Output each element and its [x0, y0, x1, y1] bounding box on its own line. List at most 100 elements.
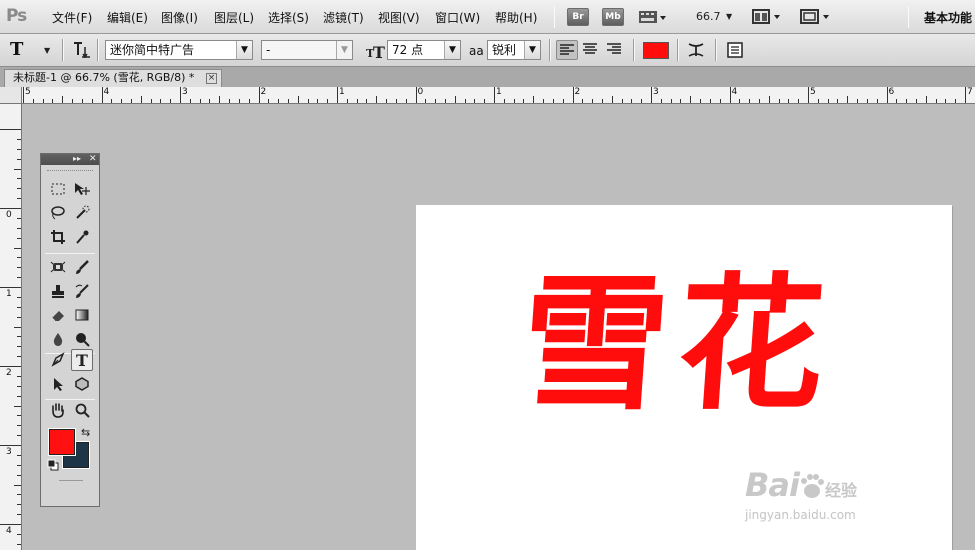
ruler-tick — [17, 227, 21, 229]
close-icon[interactable]: × — [206, 73, 217, 84]
hand-tool[interactable] — [47, 399, 69, 421]
ruler-tick — [17, 494, 21, 496]
panel-grip[interactable] — [47, 170, 93, 172]
quick-select-icon — [76, 205, 90, 219]
clone-stamp-tool[interactable] — [47, 280, 69, 302]
text-layer[interactable]: 雪花 — [516, 260, 840, 430]
hand-icon — [52, 403, 64, 418]
menu-view[interactable]: 视图(V) — [378, 9, 420, 26]
horizontal-ruler[interactable]: 5 4 3 2 1 0 1 2 3 4 5 6 7 — [22, 87, 975, 104]
align-center-button[interactable] — [580, 40, 602, 60]
paw-icon — [800, 474, 824, 498]
ruler-tick — [101, 87, 103, 103]
close-icon[interactable]: ✕ — [89, 154, 97, 164]
shape-tool[interactable] — [71, 373, 93, 395]
menu-filter[interactable]: 滤镜(T) — [323, 9, 364, 26]
tool-preset-chevron-down-icon[interactable]: ▼ — [44, 46, 50, 55]
ruler-tick — [925, 96, 927, 103]
tools-panel-header[interactable]: ▸▸ ✕ — [41, 154, 99, 165]
vertical-ruler[interactable]: 0 1 2 3 4 — [0, 104, 22, 550]
options-divider — [677, 39, 679, 61]
warp-text-button[interactable] — [686, 41, 706, 62]
text-orientation-button[interactable] — [72, 41, 92, 62]
history-brush-tool[interactable] — [71, 280, 93, 302]
eyedropper-tool[interactable] — [71, 226, 93, 248]
ruler-tick — [287, 99, 289, 103]
options-divider — [633, 39, 635, 61]
font-style-select[interactable]: - ▼ — [261, 40, 353, 60]
swap-colors-icon[interactable]: ⇆ — [81, 426, 90, 439]
zoom-tool[interactable] — [71, 399, 93, 421]
ruler-tick — [17, 356, 21, 358]
ruler-tick — [965, 87, 966, 103]
path-select-tool[interactable] — [47, 373, 69, 395]
ruler-tick — [23, 87, 24, 103]
menu-help[interactable]: 帮助(H) — [495, 9, 537, 26]
ruler-tick — [709, 99, 711, 103]
brush-tool[interactable] — [71, 256, 93, 278]
menu-file[interactable]: 文件(F) — [52, 9, 92, 26]
menu-select[interactable]: 选择(S) — [268, 9, 309, 26]
svg-text:T: T — [76, 352, 88, 368]
menu-edit[interactable]: 编辑(E) — [107, 9, 148, 26]
type-tool-preset-icon[interactable]: T — [10, 39, 23, 60]
ruler-tick — [17, 306, 21, 308]
ruler-tick — [876, 99, 878, 103]
bridge-button[interactable]: Br — [567, 8, 589, 26]
text-color-swatch[interactable] — [643, 42, 669, 59]
ruler-tick — [17, 336, 21, 338]
crop-tool[interactable] — [47, 226, 69, 248]
ruler-tick — [857, 99, 859, 103]
default-colors-icon[interactable] — [47, 459, 59, 474]
marquee-icon — [51, 183, 65, 195]
quick-mask-button[interactable] — [59, 480, 83, 482]
type-tool[interactable]: T — [71, 349, 93, 371]
eraser-tool[interactable] — [47, 304, 69, 326]
screen-mode-button[interactable] — [800, 9, 834, 28]
ruler-number: 1 — [339, 87, 345, 97]
align-left-icon — [560, 44, 574, 55]
quick-select-tool[interactable] — [71, 202, 93, 224]
dodge-tool[interactable] — [71, 328, 93, 350]
ruler-tick — [631, 99, 633, 103]
ruler-tick — [533, 96, 535, 103]
spot-heal-tool[interactable] — [47, 256, 69, 278]
ruler-tick — [17, 296, 21, 298]
foreground-color-swatch[interactable] — [48, 428, 76, 456]
ruler-tick — [209, 99, 211, 103]
gradient-tool[interactable] — [71, 304, 93, 326]
ruler-tick — [337, 87, 338, 103]
marquee-tool[interactable] — [47, 178, 69, 200]
menu-layer[interactable]: 图层(L) — [214, 9, 254, 26]
character-panel-button[interactable] — [726, 41, 744, 62]
menu-image[interactable]: 图像(I) — [161, 9, 198, 26]
ruler-tick — [386, 99, 388, 103]
menu-window[interactable]: 窗口(W) — [435, 9, 480, 26]
workspace-switcher[interactable]: 基本功能 — [924, 9, 972, 26]
document-tab[interactable]: 未标题-1 @ 66.7% (雪花, RGB/8) * × — [4, 69, 222, 87]
antialias-select[interactable]: 锐利 ▼ — [487, 40, 541, 60]
ruler-origin[interactable] — [0, 87, 22, 104]
zoom-chevron-down-icon[interactable]: ▼ — [726, 12, 732, 21]
history-brush-icon — [75, 284, 89, 298]
collapse-icon[interactable]: ▸▸ — [73, 154, 81, 164]
view-extras-button[interactable] — [638, 9, 668, 28]
ruler-tick — [17, 277, 21, 279]
zoom-level[interactable]: 66.7 — [696, 10, 721, 23]
move-tool[interactable] — [71, 178, 93, 200]
lasso-tool[interactable] — [47, 202, 69, 224]
mini-bridge-button[interactable]: Mb — [602, 8, 624, 26]
align-right-button[interactable] — [604, 40, 626, 60]
font-family-select[interactable]: 迷你简中特广告 ▼ — [105, 40, 253, 60]
ruler-tick — [444, 99, 446, 103]
font-size-select[interactable]: 72 点 ▼ — [387, 40, 461, 60]
ruler-tick — [0, 445, 21, 446]
pen-tool[interactable] — [47, 349, 69, 371]
ruler-tick — [474, 99, 476, 103]
blur-tool[interactable] — [47, 328, 69, 350]
ruler-tick — [366, 99, 368, 103]
align-left-button[interactable] — [556, 40, 578, 60]
ruler-number: 5 — [810, 87, 816, 97]
ruler-number: 2 — [574, 87, 581, 97]
arrange-documents-button[interactable] — [752, 9, 786, 28]
